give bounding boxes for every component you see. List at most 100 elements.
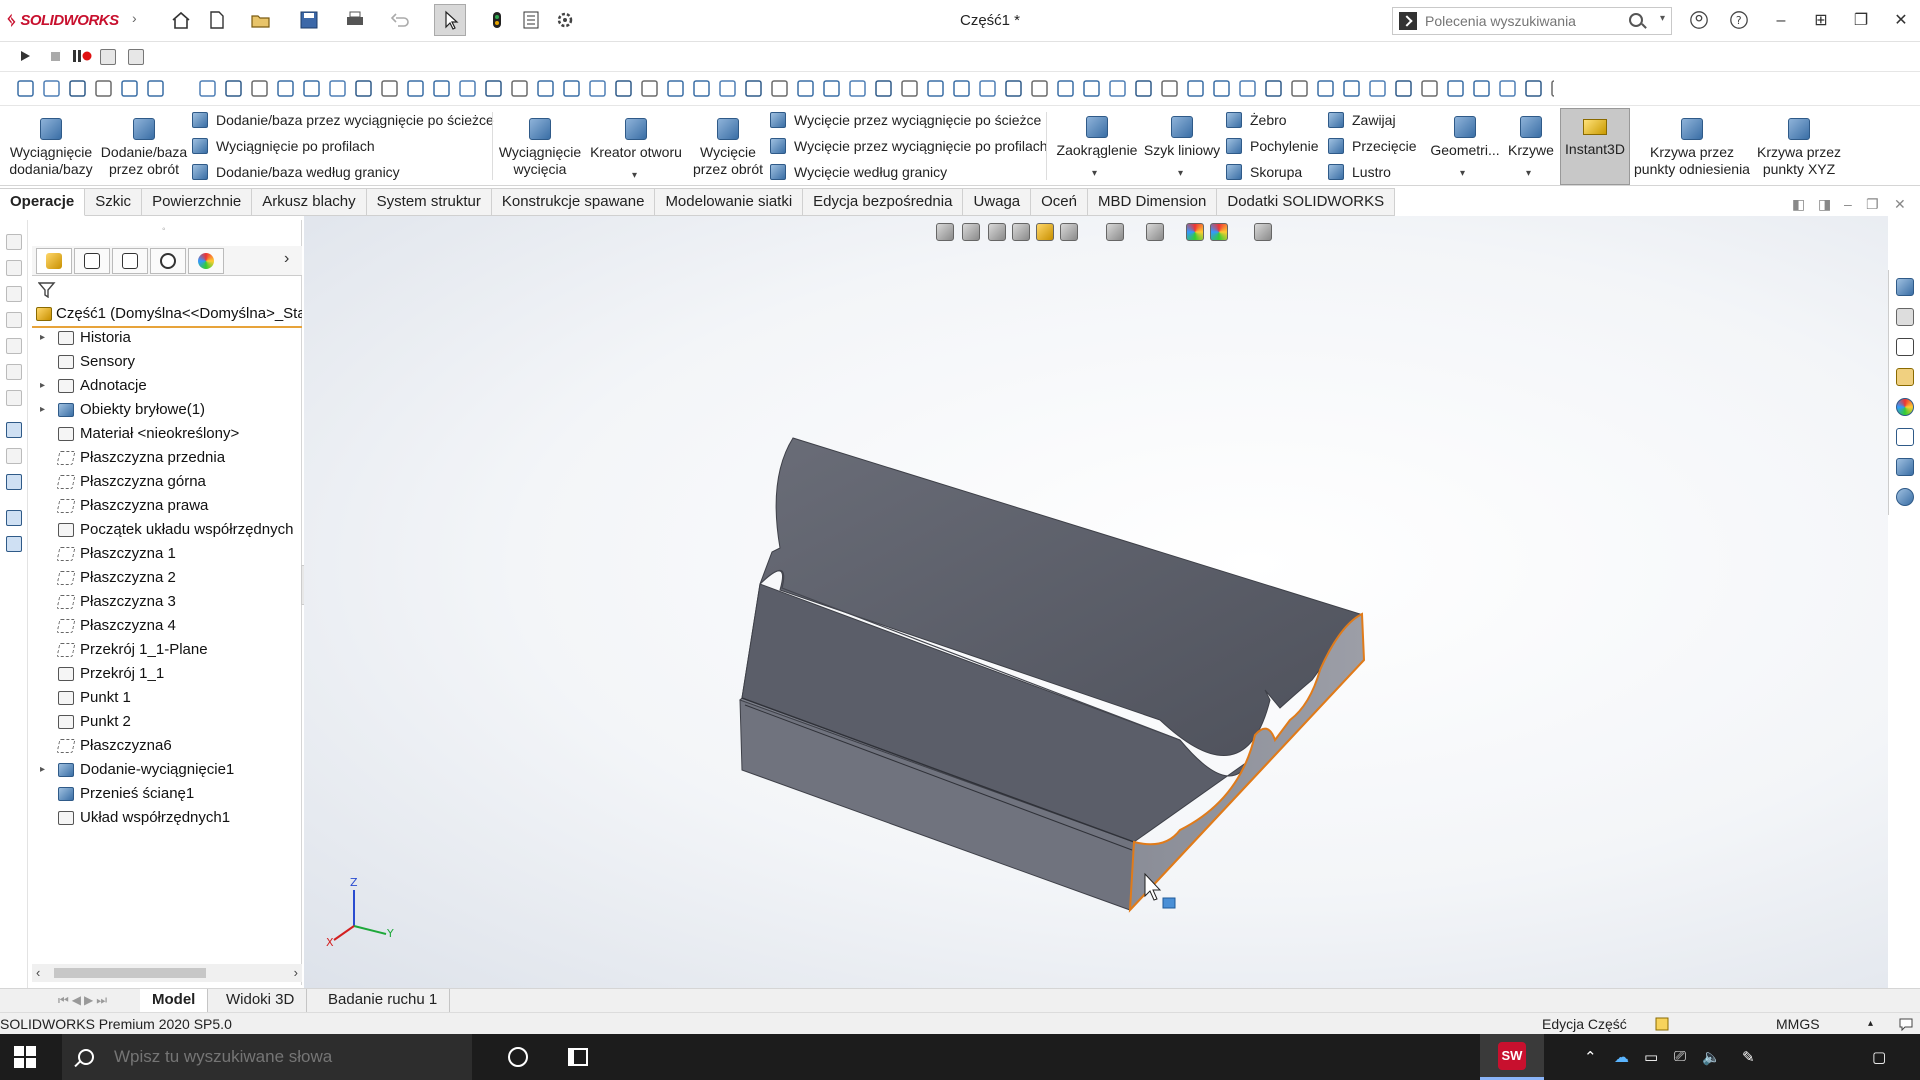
filter-toolbar-icon[interactable] — [979, 80, 996, 97]
new-document-icon[interactable] — [206, 10, 228, 30]
help-icon[interactable]: ? — [1728, 10, 1750, 30]
left-strip-icon[interactable] — [6, 448, 22, 464]
horizontal-scrollbar[interactable]: ‹ › — [32, 964, 302, 982]
tab-11[interactable]: Dodatki SOLIDWORKS — [1217, 188, 1396, 216]
solidworks-resources-icon[interactable] — [1896, 278, 1914, 296]
filter-toolbar-icon[interactable] — [1395, 80, 1412, 97]
filter-toolbar-icon[interactable] — [1525, 80, 1542, 97]
tab-2[interactable]: Powierzchnie — [142, 188, 253, 216]
edit-appearance-icon[interactable] — [1186, 223, 1204, 241]
feature-tree-tab[interactable] — [36, 248, 72, 274]
tile-windows-button[interactable]: ⊞ — [1808, 8, 1834, 34]
filter-toolbar-icon[interactable] — [849, 80, 866, 97]
tab-3[interactable]: Arkusz blachy — [252, 188, 367, 216]
filter-toolbar-icon[interactable] — [1187, 80, 1204, 97]
filter-toolbar-icon[interactable] — [901, 80, 918, 97]
filter-toolbar-icon[interactable] — [1265, 80, 1282, 97]
filter-toolbar-icon[interactable] — [875, 80, 892, 97]
wrap-button[interactable]: Zawijaj — [1328, 108, 1396, 132]
hole-wizard-dropdown-icon[interactable]: ▾ — [632, 170, 637, 181]
shell-button[interactable]: Skorupa — [1226, 160, 1302, 184]
undo-icon[interactable] — [390, 10, 412, 30]
tree-item[interactable]: Układ współrzędnych1 — [32, 806, 302, 830]
filter-toolbar-icon[interactable] — [1057, 80, 1074, 97]
tab-8[interactable]: Uwaga — [963, 188, 1032, 216]
filter-toolbar-icon[interactable] — [1369, 80, 1386, 97]
filter-toolbar-icon[interactable] — [823, 80, 840, 97]
filter-toolbar-icon[interactable] — [1161, 80, 1178, 97]
filter-toolbar-icon[interactable] — [1473, 80, 1490, 97]
chevron-down-icon[interactable]: ▾ — [1660, 13, 1665, 24]
fillet-dropdown-icon[interactable]: ▾ — [1092, 168, 1097, 179]
panel-expand-icon[interactable]: ◨ — [1818, 196, 1831, 213]
network-icon[interactable]: ⎚ — [1674, 1048, 1686, 1065]
filter-toolbar-icon[interactable] — [485, 80, 502, 97]
windows-start-button[interactable] — [14, 1046, 36, 1068]
filter-toolbar-icon[interactable] — [1109, 80, 1126, 97]
view-settings-icon[interactable] — [1254, 223, 1272, 241]
hole-wizard-button[interactable]: Kreator otworu — [586, 114, 686, 161]
unit-system-label[interactable]: MMGS — [1776, 1013, 1820, 1035]
rebuild-icon[interactable] — [486, 10, 508, 30]
boundary-cut-button[interactable]: Wycięcie według granicy — [770, 160, 947, 184]
filter-toolbar-icon[interactable] — [537, 80, 554, 97]
filter-toolbar-icon[interactable] — [589, 80, 606, 97]
filter-toolbar-icon[interactable] — [1447, 80, 1464, 97]
filter-toolbar-icon[interactable] — [1291, 80, 1308, 97]
filter-icon[interactable] — [38, 282, 56, 298]
solidworks-logo[interactable]: ᛃ SOLIDWORKS — [6, 10, 119, 31]
filter-toolbar-icon[interactable] — [43, 80, 60, 97]
dynamic-annotation-icon[interactable] — [1036, 223, 1054, 241]
layers-icon[interactable] — [6, 536, 22, 552]
curve-through-reference-points-button[interactable]: Krzywa przez punkty odniesienia — [1630, 114, 1754, 178]
filter-toolbar-icon[interactable] — [1135, 80, 1152, 97]
scroll-right-icon[interactable]: › — [294, 965, 298, 980]
filter-toolbar-icon[interactable] — [459, 80, 476, 97]
tree-item[interactable]: Płaszczyzna 1 — [32, 542, 302, 566]
search-input[interactable] — [1425, 13, 1635, 29]
tab-4[interactable]: System struktur — [366, 188, 492, 216]
filter-toolbar-icon[interactable] — [199, 80, 216, 97]
tree-item[interactable]: Punkt 2 — [32, 710, 302, 734]
filter-toolbar-icon[interactable] — [797, 80, 814, 97]
command-search-box[interactable]: ▾ — [1392, 7, 1672, 35]
left-strip-icon[interactable] — [6, 260, 22, 276]
filter-toolbar-icon[interactable] — [329, 80, 346, 97]
curves-dropdown-icon[interactable]: ▾ — [1526, 168, 1531, 179]
filter-toolbar-icon[interactable] — [225, 80, 242, 97]
fillet-button[interactable]: Zaokrąglenie — [1052, 112, 1142, 159]
tab-7[interactable]: Edycja bezpośrednia — [803, 188, 964, 216]
rib-button[interactable]: Żebro — [1226, 108, 1287, 132]
tree-item[interactable]: Płaszczyzna 2 — [32, 566, 302, 590]
filter-toolbar-icon[interactable] — [1239, 80, 1256, 97]
dimxpert-tab[interactable] — [150, 248, 186, 274]
filter-toolbar-icon[interactable] — [17, 80, 34, 97]
tree-item[interactable]: Materiał <nieokreślony> — [32, 422, 302, 446]
layers-icon[interactable] — [6, 510, 22, 526]
filter-toolbar-icon[interactable] — [719, 80, 736, 97]
solidworks-forum-icon[interactable] — [1896, 458, 1914, 476]
volume-icon[interactable]: 🔈 — [1702, 1048, 1721, 1066]
tab-5[interactable]: Konstrukcje spawane — [491, 188, 656, 216]
filter-toolbar-icon[interactable] — [1343, 80, 1360, 97]
filter-toolbar-icon[interactable] — [927, 80, 944, 97]
instant3d-toggle[interactable]: Instant3D — [1560, 108, 1630, 185]
home-icon[interactable] — [170, 10, 192, 30]
hide-show-items-icon[interactable] — [1146, 223, 1164, 241]
tab-0[interactable]: Operacje — [0, 188, 86, 216]
filter-toolbar-icon[interactable] — [1005, 80, 1022, 97]
tree-item[interactable]: Płaszczyzna prawa — [32, 494, 302, 518]
scroll-left-icon[interactable]: ‹ — [36, 965, 40, 980]
custom-properties-icon[interactable] — [1896, 428, 1914, 446]
pen-workspace-icon[interactable]: ✎ — [1742, 1048, 1755, 1066]
intersect-button[interactable]: Przecięcie — [1328, 134, 1417, 158]
filter-toolbar-icon[interactable] — [121, 80, 138, 97]
extrude-boss-button[interactable]: Wyciągnięcie dodania/bazy — [6, 114, 96, 178]
chevron-up-icon[interactable]: ⌃ — [1584, 1048, 1597, 1066]
play-macro-icon[interactable] — [18, 49, 32, 63]
battery-icon[interactable]: ▭ — [1644, 1048, 1658, 1066]
select-tool-button[interactable] — [434, 4, 466, 36]
filter-toolbar-icon[interactable] — [95, 80, 112, 97]
scrollbar-thumb[interactable] — [54, 968, 206, 978]
tree-item[interactable]: Płaszczyzna górna — [32, 470, 302, 494]
